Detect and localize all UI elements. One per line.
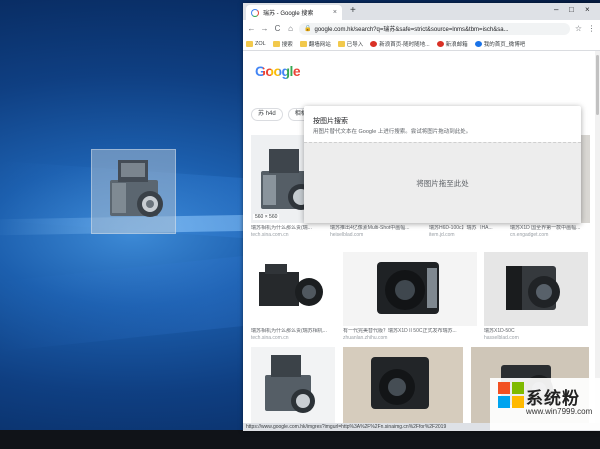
image-result[interactable] <box>251 347 335 423</box>
windows-logo-icon <box>498 382 524 408</box>
address-bar[interactable]: 🔒 google.com.hk/search?q=瑞苏&safe=strict&… <box>299 22 570 35</box>
google-favicon-icon <box>251 8 259 17</box>
result-source: tech.sina.com.cn <box>251 335 289 341</box>
bookmark-label: 已导入 <box>346 41 364 48</box>
maximize-button[interactable]: □ <box>569 5 574 14</box>
result-caption[interactable]: 瑞苏推出4亿像素Multi-Shot中画幅... <box>330 225 422 231</box>
tab-google-search[interactable]: 瑞苏 - Google 搜索 × <box>246 5 342 20</box>
image-result[interactable] <box>343 347 463 423</box>
bookmark-item[interactable]: 新浪邮箱 <box>436 40 468 48</box>
search-by-image-panel: 按图片搜索 用图片替代文本在 Google 上进行搜索。尝试将图片拖动到此处。 … <box>304 106 581 223</box>
sina-icon <box>436 40 444 47</box>
result-source: tech.sina.com.cn <box>251 232 289 238</box>
result-caption[interactable]: 瑞苏X1D 国全界第一款中画幅... <box>510 225 590 231</box>
result-caption[interactable]: 瑞苏相机为什么那么贵(瑞... <box>251 225 325 231</box>
result-source: heiselblad.com <box>330 232 364 238</box>
bookmark-item[interactable]: ZOL <box>246 40 266 47</box>
result-thumbnail[interactable] <box>343 252 477 326</box>
page-scrollbar[interactable] <box>595 51 600 423</box>
weibo-icon <box>474 40 482 47</box>
forward-icon[interactable]: → <box>260 24 269 33</box>
scrollbar-thumb[interactable] <box>596 55 599 115</box>
reload-icon[interactable]: C <box>273 24 282 33</box>
camera-image <box>251 347 335 423</box>
bookmark-label: 翻墙网站 <box>308 41 331 48</box>
result-thumbnail[interactable] <box>343 347 463 423</box>
camera-image <box>251 252 337 326</box>
bookmark-label: 新浪首页-随时随地... <box>379 41 430 48</box>
search-results-page: Google 苏 h4d 相机 560 × 560 瑞苏相机为什么那么贵(瑞..… <box>243 51 600 423</box>
bookmark-item[interactable]: 新浪首页-随时随地... <box>370 40 430 48</box>
folder-icon <box>299 40 307 47</box>
result-thumbnail[interactable] <box>251 347 335 423</box>
bookmark-item[interactable]: 我的首页_微博吧 <box>474 40 526 48</box>
folder-icon <box>337 40 345 47</box>
camera-image <box>343 347 463 423</box>
google-logo-text: Google <box>255 63 301 79</box>
result-thumbnail[interactable] <box>251 252 337 326</box>
dragged-camera-image[interactable] <box>91 149 176 234</box>
toolbar: ← → C ⌂ 🔒 google.com.hk/search?q=瑞苏&safe… <box>243 20 600 37</box>
menu-icon[interactable]: ⋮ <box>587 24 596 33</box>
close-window-button[interactable]: × <box>585 5 590 14</box>
camera-image <box>343 252 477 326</box>
image-result[interactable]: 有一代完美替代版？瑞苏X1D II 50C正式发布瑞苏... zhuanlan.… <box>343 252 477 342</box>
result-source: hasselblad.com <box>484 335 519 341</box>
image-result[interactable]: 瑞苏X1D-50C hasselblad.com <box>484 252 588 342</box>
address-text[interactable]: google.com.hk/search?q=瑞苏&safe=strict&so… <box>314 24 508 33</box>
watermark: 系统粉 www.win7999.com <box>490 378 600 430</box>
panel-description: 用图片替代文本在 Google 上进行搜索。尝试将图片拖动到此处。 <box>313 129 472 135</box>
bookmark-item[interactable]: 翻墙网站 <box>299 40 331 48</box>
camera-image <box>484 252 588 326</box>
image-result[interactable]: 瑞苏相机为什么那么贵(瑞苏相机... tech.sina.com.cn <box>251 252 337 342</box>
chip[interactable]: 苏 h4d <box>251 108 283 121</box>
result-source: zhuanlan.zhihu.com <box>343 335 388 341</box>
bookmark-label: 搜索 <box>281 41 293 48</box>
bookmark-label: ZOL <box>255 40 266 47</box>
bookmark-label: 新浪邮箱 <box>445 41 468 48</box>
image-drop-zone[interactable]: 将图片拖至此处 <box>304 142 581 223</box>
sina-icon <box>370 40 378 47</box>
tab-strip: 瑞苏 - Google 搜索 × + – □ × <box>243 3 600 20</box>
watermark-brand: 系统粉 <box>526 389 580 408</box>
panel-title: 按图片搜索 <box>313 118 348 125</box>
drop-zone-text: 将图片拖至此处 <box>416 178 469 188</box>
result-caption[interactable]: 有一代完美替代版？瑞苏X1D II 50C正式发布瑞苏... <box>343 328 477 334</box>
result-caption[interactable]: 瑞苏相机为什么那么贵(瑞苏相机... <box>251 328 337 334</box>
tab-close-icon[interactable]: × <box>333 9 337 16</box>
chrome-window[interactable]: 瑞苏 - Google 搜索 × + – □ × ← → C ⌂ 🔒 googl… <box>243 3 600 431</box>
result-thumbnail[interactable] <box>484 252 588 326</box>
folder-icon <box>272 40 280 47</box>
back-icon[interactable]: ← <box>247 24 256 33</box>
image-dimensions: 560 × 560 <box>253 214 280 220</box>
result-source: item.jd.com <box>429 232 455 238</box>
tab-title: 瑞苏 - Google 搜索 <box>263 11 314 17</box>
bookmark-item[interactable]: 已导入 <box>337 40 364 48</box>
google-logo[interactable]: Google <box>255 63 301 79</box>
bookmarks-bar: ZOL 搜索 翻墙网站 已导入 新浪首页-随时随地... 新浪邮箱 我的首页_微… <box>243 37 600 51</box>
bookmark-star-icon[interactable]: ☆ <box>574 24 583 33</box>
result-caption[interactable]: 瑞苏H6D-100c】瑞苏（HA... <box>429 225 505 231</box>
home-icon[interactable]: ⌂ <box>286 24 295 33</box>
folder-icon <box>246 40 253 47</box>
watermark-url: www.win7999.com <box>526 407 593 416</box>
taskbar[interactable] <box>0 430 600 449</box>
lock-icon: 🔒 <box>304 26 312 32</box>
bookmark-item[interactable]: 搜索 <box>272 40 293 48</box>
camera-image <box>110 160 163 217</box>
result-source: cn.engadget.com <box>510 232 549 238</box>
result-caption[interactable]: 瑞苏X1D-50C <box>484 328 588 334</box>
bookmark-label: 我的首页_微博吧 <box>483 41 526 48</box>
new-tab-button[interactable]: + <box>350 6 356 16</box>
minimize-button[interactable]: – <box>554 5 558 14</box>
